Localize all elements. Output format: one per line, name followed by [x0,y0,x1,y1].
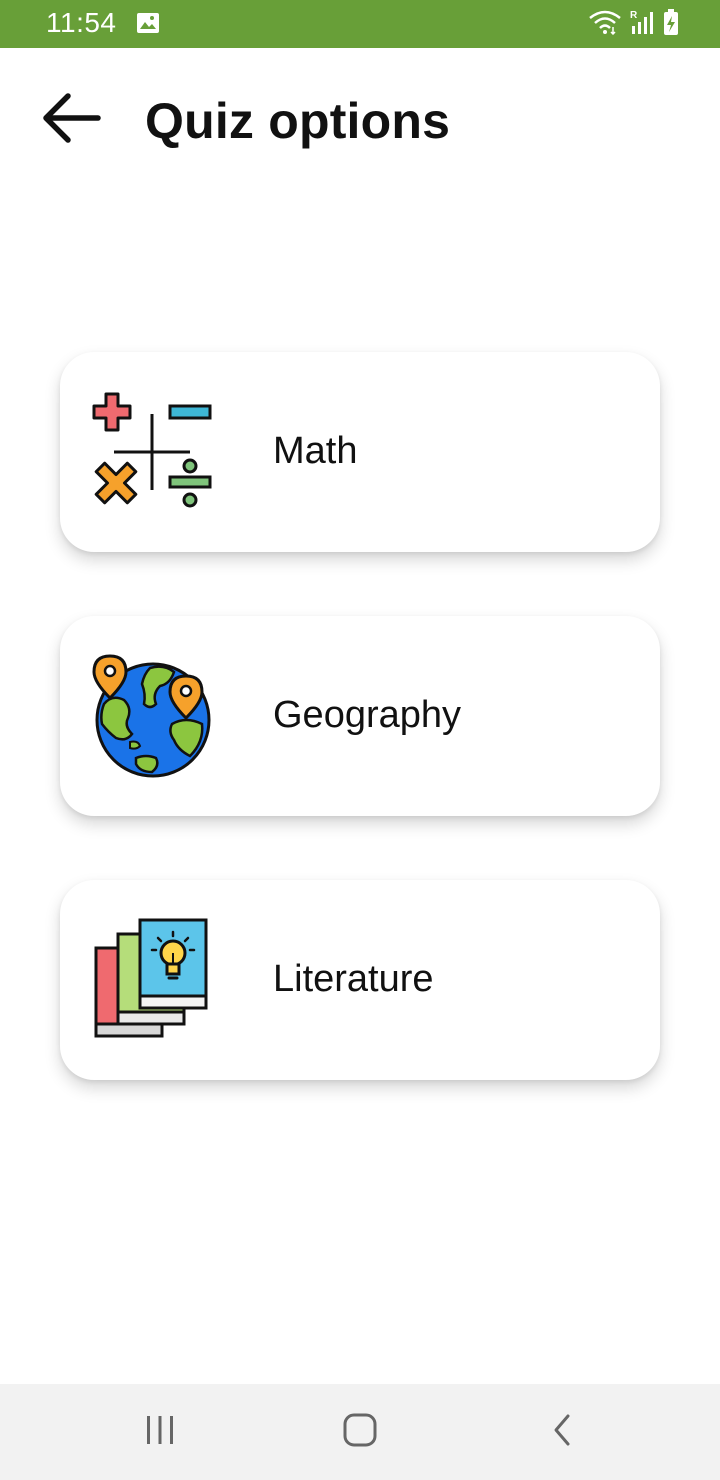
recent-apps-button[interactable] [124,1408,196,1456]
app-bar: Quiz options [0,48,720,194]
option-card-math[interactable]: Math [60,352,660,552]
math-operators-icon [90,390,216,516]
option-card-literature[interactable]: Literature [60,880,660,1080]
books-with-lightbulb-icon [90,918,216,1044]
status-icons: R [588,8,680,36]
back-button[interactable] [28,76,116,164]
home-icon [342,1412,378,1453]
svg-text:R: R [630,10,638,21]
option-label: Literature [273,958,434,1000]
battery-charging-icon [662,8,680,36]
signal-icon: R [628,8,656,36]
globe-with-pins-icon [90,654,216,780]
option-label: Math [273,430,358,472]
arrow-left-icon [42,92,102,149]
option-label: Geography [273,694,462,736]
gallery-icon [136,12,160,39]
page-title: Quiz options [145,93,451,149]
recent-apps-icon [144,1414,176,1451]
home-button[interactable] [324,1408,396,1456]
nav-back-button[interactable] [526,1408,598,1456]
system-nav-bar [0,1384,720,1480]
status-time: 11:54 [46,7,117,38]
back-icon [550,1412,574,1453]
status-bar: 11:54 R [0,0,720,48]
wifi-icon [588,9,622,35]
option-card-geography[interactable]: Geography [60,616,660,816]
